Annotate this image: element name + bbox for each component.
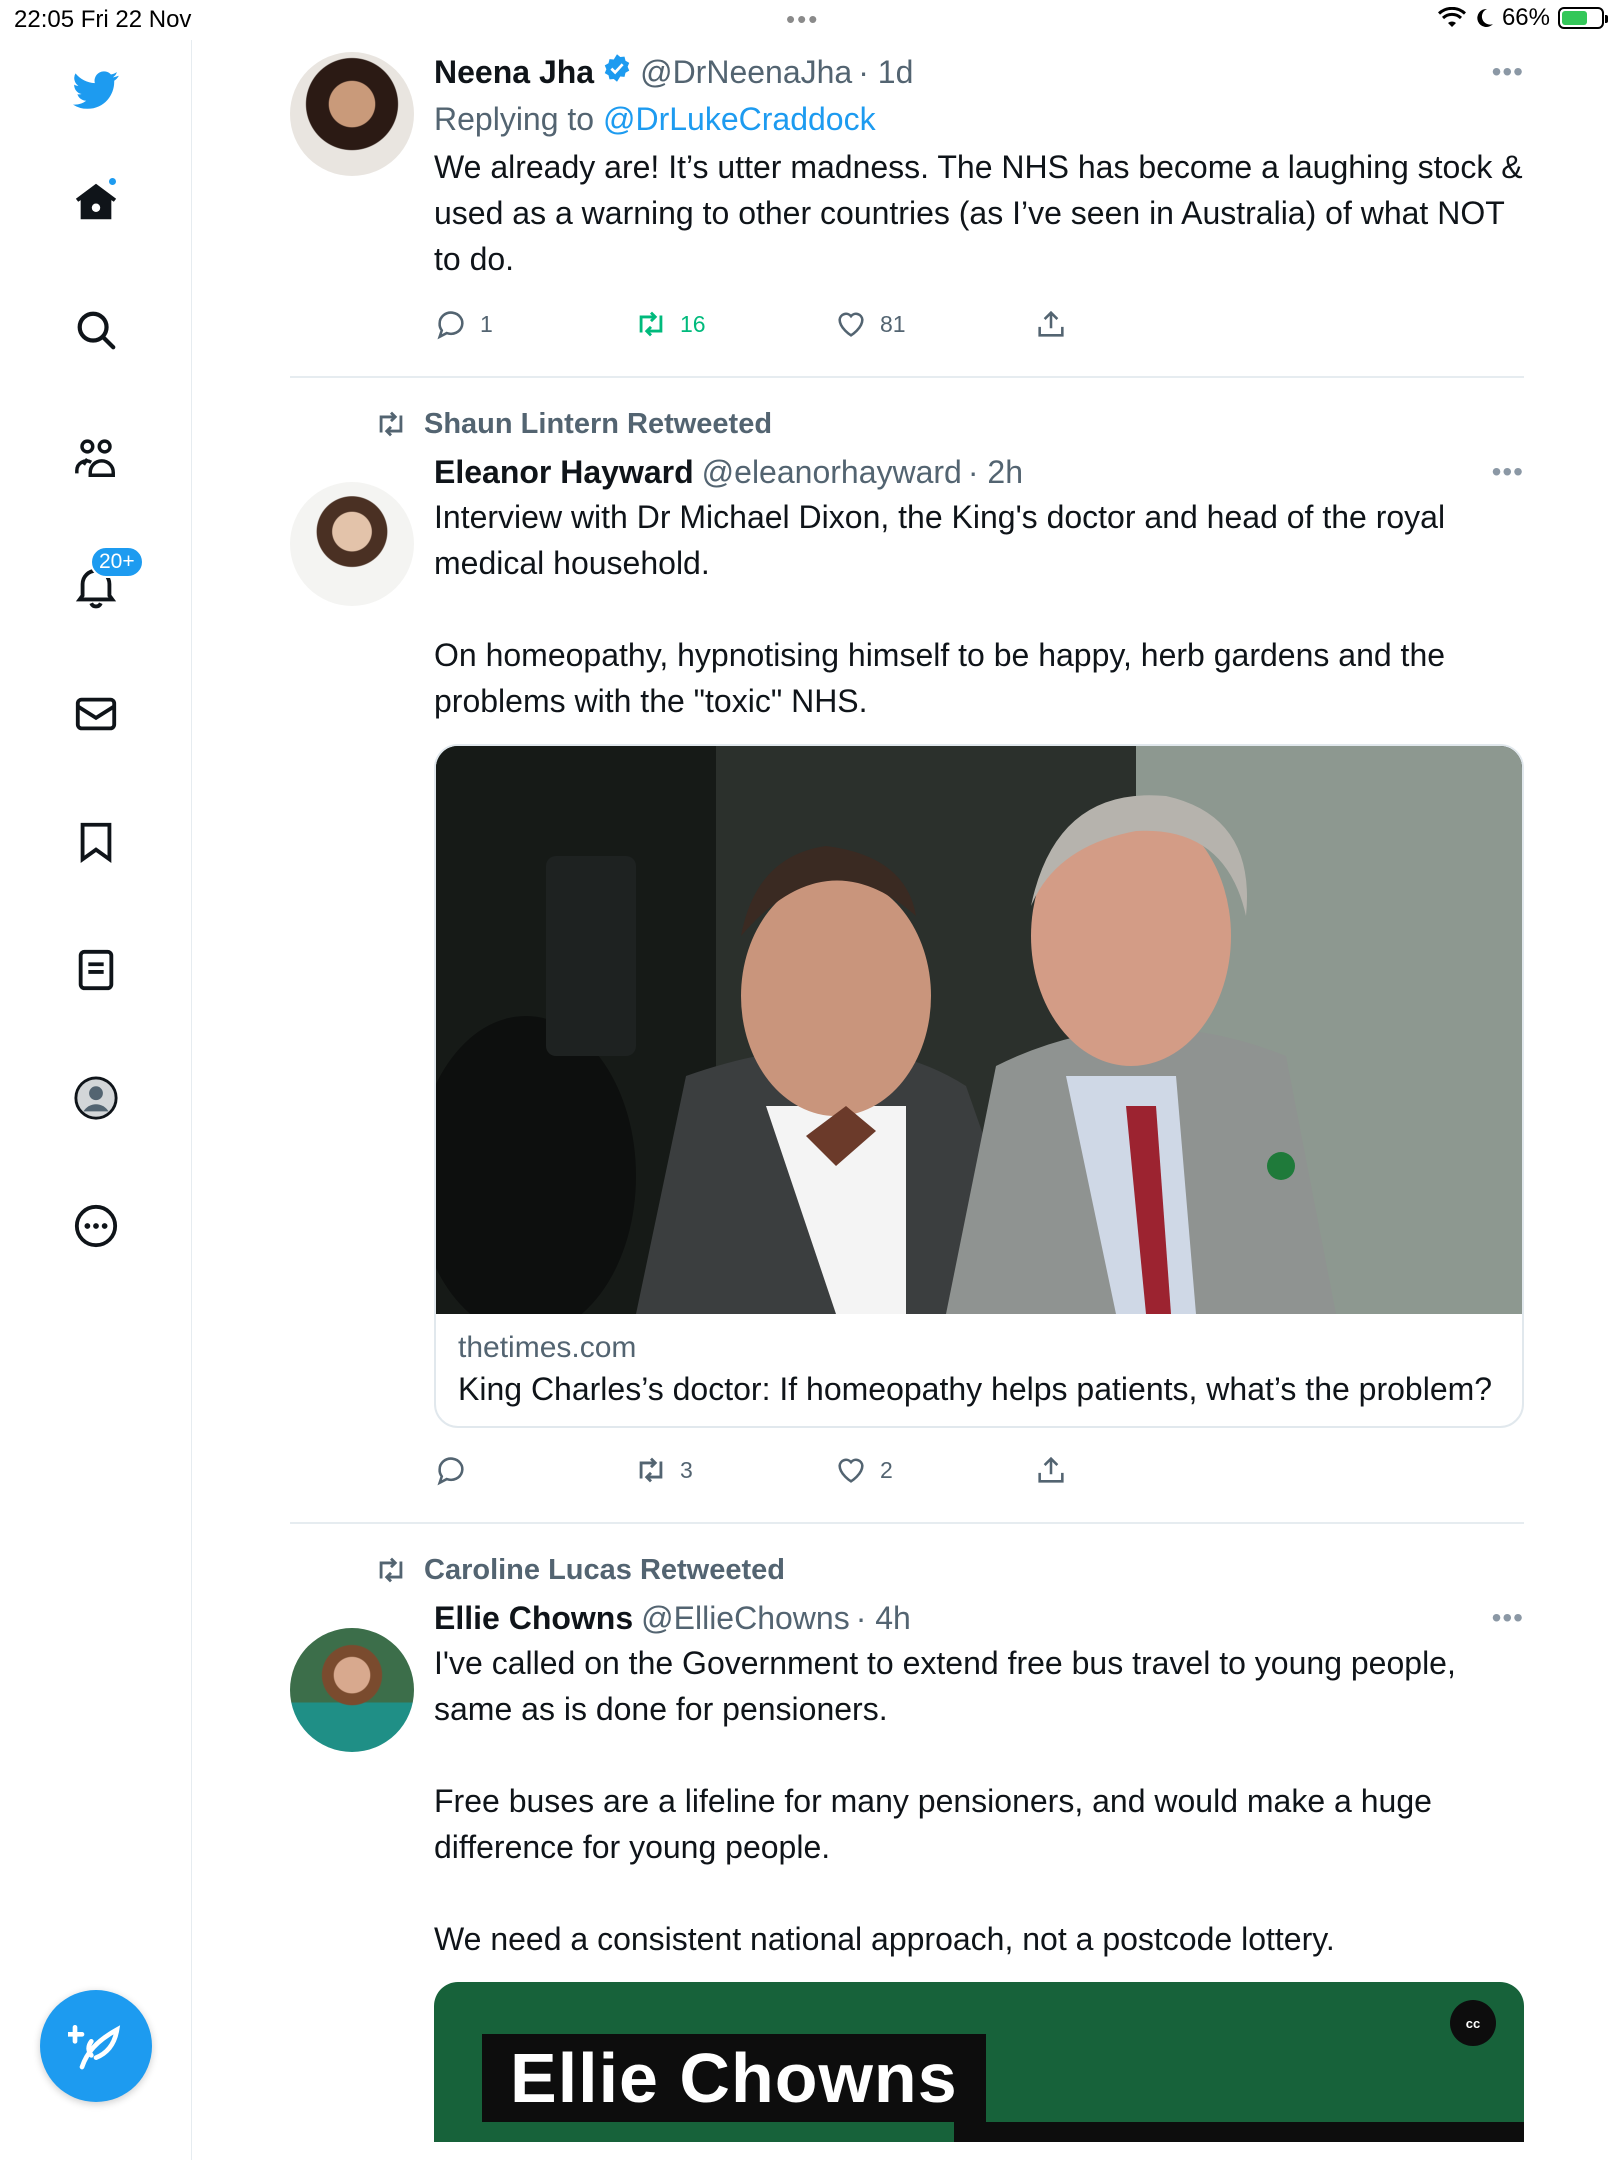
tweet-more-icon[interactable]: ••• xyxy=(1492,50,1524,94)
video-title-overlay: Ellie Chowns xyxy=(482,2034,986,2122)
tweet-actions: 1 16 81 xyxy=(434,302,1524,346)
status-bar: 22:05 Fri 22 Nov ••• 66% xyxy=(0,0,1620,40)
tweet-time[interactable]: · 4h xyxy=(856,1596,911,1640)
retweet-icon xyxy=(639,311,663,337)
like-icon xyxy=(838,312,864,337)
author-handle[interactable]: @eleanorhayward xyxy=(702,450,962,494)
share-icon xyxy=(1038,310,1064,337)
like-icon xyxy=(838,1458,864,1483)
profile-icon[interactable] xyxy=(66,1068,126,1128)
tweet-header: Ellie Chowns @EllieChowns · 4h ••• xyxy=(434,1596,1524,1640)
avatar[interactable] xyxy=(290,52,414,176)
retweeted-by-label: Shaun Lintern Retweeted xyxy=(424,407,773,440)
replying-to-link[interactable]: @DrLukeCraddock xyxy=(603,101,876,137)
reply-count: 1 xyxy=(480,310,493,337)
wifi-icon xyxy=(1437,7,1466,27)
retweeted-by[interactable]: Shaun Lintern Retweeted xyxy=(374,402,1524,446)
retweet-button[interactable]: 3 xyxy=(634,1453,834,1487)
avatar[interactable] xyxy=(290,482,414,606)
video-lower-third xyxy=(954,2122,1524,2142)
battery-icon xyxy=(1558,7,1608,29)
home-new-dot xyxy=(107,176,118,187)
tweet-header: Neena Jha @DrNeenaJha · 1d ••• xyxy=(434,50,1524,94)
retweet-icon xyxy=(639,1457,663,1483)
retweeted-by[interactable]: Caroline Lucas Retweeted xyxy=(374,1548,1524,1592)
video-player[interactable]: Ellie Chowns cc xyxy=(434,1982,1524,2142)
tweet[interactable]: Shaun Lintern Retweeted Eleanor Hayward … xyxy=(290,402,1524,1524)
tweet-text: I've called on the Government to extend … xyxy=(434,1645,1456,1957)
tweet-header: Eleanor Hayward @eleanorhayward · 2h ••• xyxy=(434,450,1524,494)
home-icon[interactable] xyxy=(66,172,126,232)
tweet-text: We already are! It’s utter madness. The … xyxy=(434,149,1523,277)
retweet-count: 3 xyxy=(680,1456,693,1483)
retweet-icon xyxy=(379,411,403,437)
link-card-meta: thetimes.com King Charles’s doctor: If h… xyxy=(436,1314,1522,1426)
communities-icon[interactable] xyxy=(66,428,126,488)
link-card[interactable]: thetimes.com King Charles’s doctor: If h… xyxy=(434,744,1524,1428)
reply-icon xyxy=(437,311,464,340)
closed-captions-button[interactable]: cc xyxy=(1450,2000,1496,2046)
replying-to: Replying to @DrLukeCraddock xyxy=(434,94,1524,144)
share-icon xyxy=(1038,1456,1064,1483)
tweet[interactable]: Neena Jha @DrNeenaJha · 1d ••• Replying … xyxy=(290,40,1524,378)
retweet-count: 16 xyxy=(680,310,706,337)
tweet-divider xyxy=(290,376,1524,378)
tweet-actions: 3 2 xyxy=(434,1448,1524,1492)
reply-button[interactable]: 1 xyxy=(434,307,634,341)
compose-feather-icon xyxy=(68,2025,121,2070)
avatar[interactable] xyxy=(290,1628,414,1752)
more-options-icon[interactable] xyxy=(66,1196,126,1256)
link-card-title: King Charles’s doctor: If homeopathy hel… xyxy=(458,1371,1493,1407)
share-button[interactable] xyxy=(1034,307,1234,341)
like-button[interactable]: 2 xyxy=(834,1453,1034,1487)
like-count: 2 xyxy=(880,1456,893,1483)
link-card-domain: thetimes.com xyxy=(458,1331,637,1364)
author-name[interactable]: Ellie Chowns xyxy=(434,1596,633,1640)
battery-level xyxy=(1562,11,1588,25)
article-photo xyxy=(436,746,1522,1314)
author-name[interactable]: Neena Jha xyxy=(434,50,594,94)
retweet-icon xyxy=(379,1557,403,1583)
notifications-badge: 20+ xyxy=(90,546,144,578)
retweeted-by-label: Caroline Lucas Retweeted xyxy=(424,1553,785,1586)
tweet-divider xyxy=(290,1522,1524,1524)
verified-badge-icon xyxy=(604,54,630,82)
compose-tweet-button[interactable] xyxy=(40,1990,152,2102)
tweet-more-icon[interactable]: ••• xyxy=(1492,1596,1524,1640)
share-button[interactable] xyxy=(1034,1453,1234,1487)
tweet-text: Interview with Dr Michael Dixon, the Kin… xyxy=(434,499,1446,719)
replying-to-label: Replying to xyxy=(434,101,603,137)
retweet-button[interactable]: 16 xyxy=(634,307,834,341)
author-handle[interactable]: @DrNeenaJha xyxy=(640,50,852,94)
tweet-time[interactable]: · 1d xyxy=(858,50,913,94)
lists-icon[interactable] xyxy=(66,940,126,1000)
author-name[interactable]: Eleanor Hayward xyxy=(434,450,694,494)
author-handle[interactable]: @EllieChowns xyxy=(641,1596,850,1640)
moon-icon xyxy=(1477,8,1493,27)
twitter-logo-icon[interactable] xyxy=(66,60,126,120)
status-indicators: 66% xyxy=(1437,4,1608,32)
like-button[interactable]: 81 xyxy=(834,307,1034,341)
tweet-time[interactable]: · 2h xyxy=(968,450,1023,494)
bookmarks-icon[interactable] xyxy=(66,812,126,872)
reply-button[interactable] xyxy=(434,1453,634,1487)
notifications-icon[interactable]: 20+ xyxy=(66,546,144,616)
messages-icon[interactable] xyxy=(66,684,126,744)
tweet-more-icon[interactable]: ••• xyxy=(1492,450,1524,494)
battery-percent: 66% xyxy=(1501,4,1550,31)
like-count: 81 xyxy=(880,310,906,337)
timeline-feed: Neena Jha @DrNeenaJha · 1d ••• Replying … xyxy=(290,40,1524,2142)
multitasking-dots-icon[interactable]: ••• xyxy=(786,4,819,35)
sidebar: 20+ xyxy=(0,40,192,2160)
tweet[interactable]: Caroline Lucas Retweeted Ellie Chowns @E… xyxy=(290,1548,1524,2142)
status-time: 22:05 Fri 22 Nov xyxy=(14,6,192,33)
search-icon[interactable] xyxy=(66,300,126,360)
link-card-image xyxy=(436,746,1522,1314)
reply-icon xyxy=(437,1457,464,1486)
